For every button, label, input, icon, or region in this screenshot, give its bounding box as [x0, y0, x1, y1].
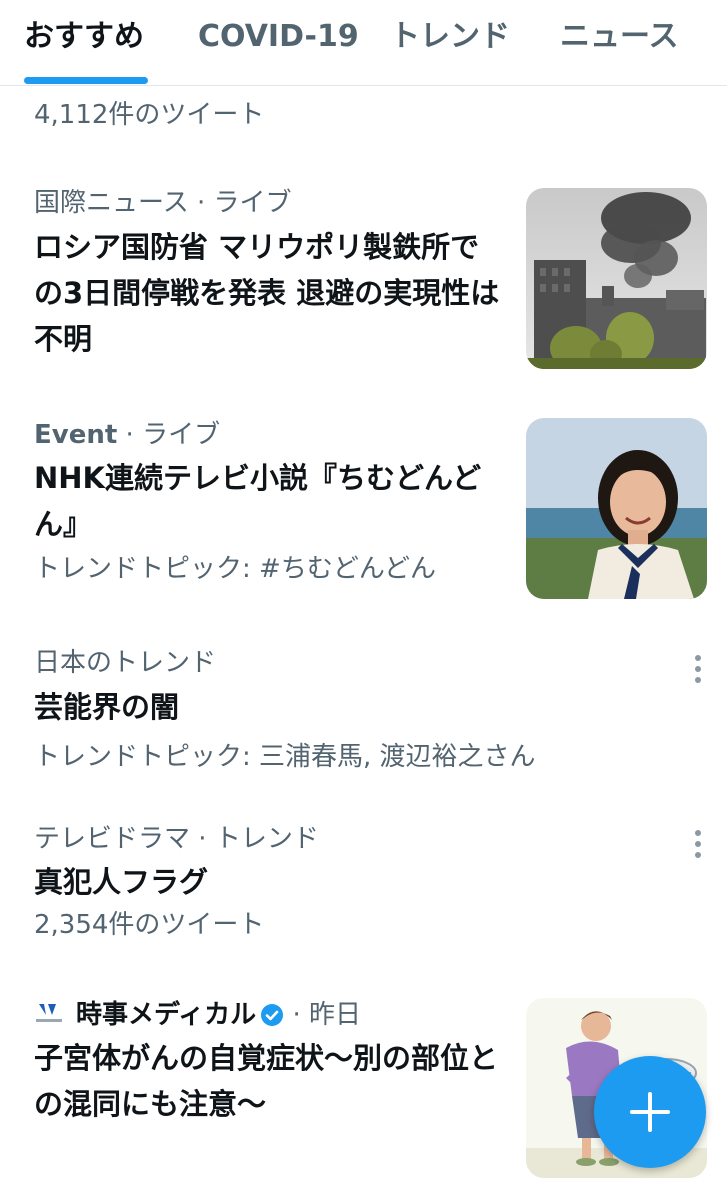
- trend-status: ライブ: [142, 420, 221, 450]
- topic-label: トレンドトピック:: [34, 554, 251, 584]
- tab-covid19[interactable]: COVID-19: [198, 18, 359, 56]
- tweet-count: 2,354件のツイート: [34, 910, 265, 940]
- trend-headline: 真犯人フラグ: [34, 865, 209, 899]
- explore-tabs: おすすめ COVID-19 トレンド ニュース: [0, 0, 727, 86]
- news-meta: 時事メディカル · 昨日: [76, 998, 361, 1036]
- trend-meta: 国際ニュース · ライブ: [34, 186, 292, 220]
- more-vertical-icon[interactable]: [684, 652, 712, 686]
- trend-status: トレンド: [214, 824, 319, 854]
- topic-value: #ちむどんどん: [259, 554, 437, 584]
- more-vertical-icon[interactable]: [684, 827, 712, 861]
- trend-topic: トレンドトピック: 三浦春馬, 渡辺裕之さん: [34, 740, 536, 774]
- meta-separator: ·: [292, 1000, 301, 1030]
- actress-portrait-thumbnail[interactable]: [526, 418, 707, 599]
- active-tab-indicator: [24, 77, 148, 84]
- topic-label: トレンドトピック:: [34, 742, 251, 772]
- tab-recommended[interactable]: おすすめ: [24, 18, 144, 56]
- trend-meta: テレビドラマ · トレンド: [34, 822, 319, 856]
- tab-trending[interactable]: トレンド: [390, 18, 510, 56]
- jiji-medical-logo-icon: [34, 1001, 64, 1027]
- news-source-name: 時事メディカル: [76, 1000, 257, 1030]
- plus-icon: [630, 1092, 670, 1132]
- factory-smoke-photo-icon: [526, 188, 707, 369]
- trend-headline: 芸能界の闇: [34, 690, 180, 724]
- trend-topic: トレンドトピック: #ちむどんどん: [34, 552, 436, 586]
- trend-category: テレビドラマ: [34, 824, 191, 854]
- trend-category: Event: [34, 420, 118, 450]
- tab-news[interactable]: ニュース: [560, 18, 679, 56]
- trend-category: 国際ニュース: [34, 188, 189, 218]
- factory-smoke-thumbnail[interactable]: [526, 188, 707, 369]
- meta-separator: ·: [198, 824, 207, 854]
- meta-separator: ·: [196, 188, 206, 218]
- trend-headline: NHK連続テレビ小説『ちむどんどん』: [34, 461, 482, 541]
- meta-separator: ·: [125, 420, 134, 450]
- compose-fab-button[interactable]: [594, 1056, 706, 1168]
- trend-headline: ロシア国防省 マリウポリ製鉄所での3日間停戦を発表 退避の実現性は不明: [34, 230, 500, 356]
- verified-badge-icon: [260, 1002, 284, 1036]
- trend-status: ライブ: [213, 188, 292, 218]
- tweet-count: 4,112件のツイート: [34, 100, 265, 130]
- trend-meta: Event · ライブ: [34, 418, 220, 452]
- actress-portrait-photo-icon: [526, 418, 707, 599]
- news-headline: 子宮体がんの自覚症状～別の部位との混同にも注意～: [34, 1041, 499, 1121]
- topic-value: 三浦春馬, 渡辺裕之さん: [259, 742, 536, 772]
- trend-category: 日本のトレンド: [34, 648, 217, 678]
- news-time: 昨日: [308, 1000, 361, 1030]
